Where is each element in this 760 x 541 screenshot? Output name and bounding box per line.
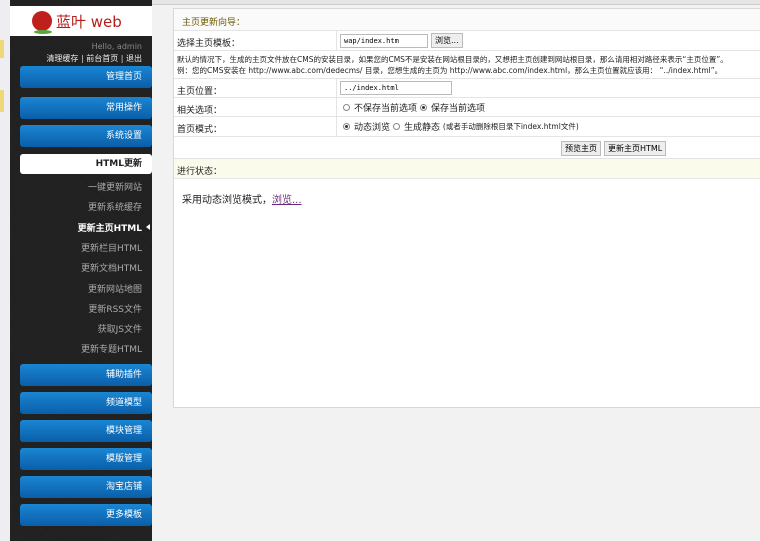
location-label: 主页位置： xyxy=(177,87,223,97)
top-tab-strip xyxy=(152,0,760,5)
main-panel: 主页更新向导： 选择主页模板： 浏览... 默认的情况下，生成的主页文件放在CM… xyxy=(173,8,760,408)
options-row: 相关选项： 不保存当前选项 保存当前选项 xyxy=(174,98,760,117)
sidebar-item-system[interactable]: 系统设置 xyxy=(20,125,152,147)
sidebar-item-html-update[interactable]: HTML更新 xyxy=(20,154,152,174)
logo: 蓝叶 web xyxy=(10,6,152,36)
user-links: 清理缓存 | 前台首页 | 退出 xyxy=(46,54,142,63)
location-row: 主页位置： xyxy=(174,79,760,98)
location-input[interactable] xyxy=(340,81,452,95)
sidebar-subitem[interactable]: 更新系统缓存 xyxy=(88,200,142,213)
sidebar-item-taobao[interactable]: 淘宝店铺 xyxy=(20,476,152,498)
save-radio[interactable] xyxy=(420,103,428,111)
browse-link[interactable]: 浏览... xyxy=(272,195,302,206)
sidebar-subitem[interactable]: 更新RSS文件 xyxy=(88,302,142,315)
mode-row: 首页模式： 动态浏览 生成静态 (或者手动删除根目录下index.html文件) xyxy=(174,117,760,137)
leaf-logo-icon xyxy=(32,11,52,34)
sidebar-item-templates[interactable]: 模版管理 xyxy=(20,448,152,470)
logout-link[interactable]: 退出 xyxy=(126,54,142,63)
sidebar-item-plugins[interactable]: 辅助插件 xyxy=(20,364,152,386)
template-row: 选择主页模板： 浏览... xyxy=(174,31,760,51)
sidebar-subitem[interactable]: 一键更新网站 xyxy=(88,180,142,193)
sidebar-subitem[interactable]: 更新主页HTML xyxy=(78,221,151,234)
sidebar-item-admin-home[interactable]: 管理首页 xyxy=(20,66,152,88)
page-title: 主页更新向导： xyxy=(182,18,246,28)
sidebar-subitem[interactable]: 获取JS文件 xyxy=(98,322,142,335)
static-radio[interactable] xyxy=(393,123,401,130)
template-label: 选择主页模板： xyxy=(177,39,241,49)
clear-cache-link[interactable]: 清理缓存 xyxy=(46,54,78,63)
sidebar-subitem[interactable]: 更新文档HTML xyxy=(81,261,142,274)
brand-name: 蓝叶 web xyxy=(56,12,122,31)
greeting: Hello, admin xyxy=(91,42,142,51)
sidebar-item-common[interactable]: 常用操作 xyxy=(20,97,152,119)
sidebar-item-more-templates[interactable]: 更多模板 xyxy=(20,504,152,526)
status-header: 进行状态： xyxy=(174,159,760,179)
sidebar-item-modules[interactable]: 模块管理 xyxy=(20,420,152,442)
sidebar-subitem[interactable]: 更新网站地图 xyxy=(88,282,142,295)
left-edge-strip xyxy=(0,0,10,541)
mode-label: 首页模式： xyxy=(177,125,223,135)
browse-button[interactable]: 浏览... xyxy=(431,33,463,48)
status-message: 采用动态浏览模式，浏览... xyxy=(182,195,302,206)
sidebar-subitem[interactable]: 更新栏目HTML xyxy=(81,241,142,254)
sidebar-item-channel-model[interactable]: 频道模型 xyxy=(20,392,152,414)
options-label: 相关选项： xyxy=(177,106,223,116)
front-page-link[interactable]: 前台首页 xyxy=(86,54,118,63)
update-html-button[interactable]: 更新主页HTML xyxy=(604,141,667,156)
actions-row: 预览主页 更新主页HTML xyxy=(174,137,760,159)
help-note: 默认的情况下，生成的主页文件放在CMS的安装目录，如果您的CMS不是安装在网站根… xyxy=(174,51,760,79)
dynamic-radio[interactable] xyxy=(343,123,350,130)
preview-button[interactable]: 预览主页 xyxy=(561,141,601,156)
template-input[interactable] xyxy=(340,33,428,48)
no-save-radio[interactable] xyxy=(343,103,350,111)
sidebar: 蓝叶 web Hello, admin 清理缓存 | 前台首页 | 退出 管理首… xyxy=(10,0,152,541)
sidebar-subitem[interactable]: 更新专题HTML xyxy=(81,342,142,355)
panel-header: 主页更新向导： xyxy=(174,9,760,31)
